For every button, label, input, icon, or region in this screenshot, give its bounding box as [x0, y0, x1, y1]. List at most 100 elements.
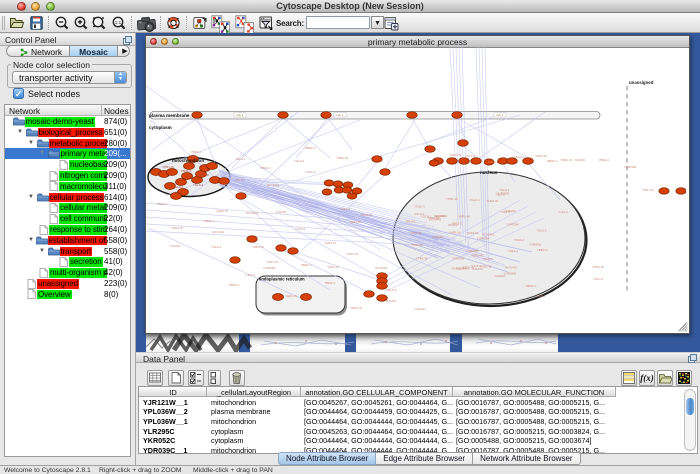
svg-text:YDR1-W: YDR1-W [346, 252, 358, 256]
svg-text:YGL0-1: YGL0-1 [173, 185, 184, 189]
svg-text:endoplasmic reticulum: endoplasmic reticulum [259, 277, 305, 282]
svg-text:YBR2-C: YBR2-C [451, 221, 463, 225]
svg-text:YBR2-C: YBR2-C [546, 159, 558, 163]
svg-text:YHR1-W: YHR1-W [216, 209, 228, 213]
svg-text:YGL0-1: YGL0-1 [235, 157, 246, 161]
svg-text:1:1: 1:1 [115, 20, 122, 25]
svg-text:YHR1-W: YHR1-W [486, 199, 498, 203]
svg-text:YPR1-W: YPR1-W [592, 265, 604, 269]
svg-text:YKL0-2: YKL0-2 [414, 212, 424, 216]
svg-text:YOR33W: YOR33W [624, 165, 637, 169]
svg-text:YGL0-1: YGL0-1 [499, 188, 510, 192]
svg-text:YDR1-W: YDR1-W [350, 306, 362, 310]
svg-text:YGL0-1: YGL0-1 [414, 205, 425, 209]
svg-text:YDR1-W: YDR1-W [560, 158, 572, 162]
svg-text:YDR1-W: YDR1-W [252, 245, 264, 249]
svg-text:YPR1-W: YPR1-W [416, 257, 428, 261]
svg-text:YOR33W: YOR33W [263, 266, 276, 270]
svg-text:lab-1: lab-1 [337, 113, 344, 117]
svg-text:YOR33W: YOR33W [529, 243, 542, 247]
svg-text:GO-0441: GO-0441 [267, 183, 280, 187]
svg-text:YPR1-W: YPR1-W [171, 226, 183, 230]
svg-text:f(x): f(x) [640, 373, 654, 383]
svg-text:YLR44C: YLR44C [504, 209, 516, 213]
svg-text:YGL0-1: YGL0-1 [211, 245, 222, 249]
svg-text:YBR2-C: YBR2-C [156, 202, 168, 206]
svg-text:YKL0-2: YKL0-2 [405, 220, 415, 224]
svg-text:YHR1-W: YHR1-W [327, 265, 339, 269]
svg-text:YJL2-C: YJL2-C [593, 277, 604, 281]
svg-text:YOR33W: YOR33W [466, 249, 479, 253]
svg-text:YDR1-W: YDR1-W [458, 214, 470, 218]
svg-text:YHR1-W: YHR1-W [336, 156, 348, 160]
svg-text:YOR33W: YOR33W [451, 266, 464, 270]
svg-text:YLR44C: YLR44C [275, 210, 287, 214]
svg-text:YKL0-2: YKL0-2 [340, 207, 350, 211]
svg-text:YLR44C: YLR44C [385, 299, 397, 303]
svg-text:cytoplasm: cytoplasm [149, 125, 172, 130]
svg-text:YKL0-2: YKL0-2 [465, 154, 475, 158]
svg-text:GO-0441: GO-0441 [505, 266, 518, 270]
svg-text:YPR1-W: YPR1-W [535, 154, 547, 158]
svg-text:YPR1-W: YPR1-W [642, 188, 654, 192]
svg-text:YJL2-C: YJL2-C [245, 273, 256, 277]
svg-text:GO-0441: GO-0441 [246, 211, 259, 215]
svg-text:YHR1-W: YHR1-W [324, 241, 336, 245]
svg-text:YGL0-1: YGL0-1 [535, 294, 546, 298]
svg-text:YKL0-2: YKL0-2 [514, 238, 524, 242]
svg-text:YLR44C: YLR44C [432, 235, 444, 239]
svg-text:YBR2-C: YBR2-C [324, 281, 336, 285]
svg-text:lab-1: lab-1 [497, 113, 504, 117]
svg-text:GO-0441: GO-0441 [375, 266, 388, 270]
svg-text:YKL0-2: YKL0-2 [514, 155, 524, 159]
svg-text:YBR2-C: YBR2-C [598, 158, 610, 162]
svg-text:YJL2-C: YJL2-C [495, 193, 506, 197]
svg-text:YDR1-W: YDR1-W [360, 213, 372, 217]
svg-text:YHR1-W: YHR1-W [449, 153, 461, 157]
svg-text:YGL0-1: YGL0-1 [386, 288, 397, 292]
svg-text:YLR44C: YLR44C [169, 244, 181, 248]
svg-text:GO-0441: GO-0441 [212, 230, 225, 234]
svg-text:YLR44C: YLR44C [574, 158, 586, 162]
svg-text:YDR1-W: YDR1-W [479, 264, 491, 268]
svg-text:YGL0-1: YGL0-1 [482, 257, 493, 261]
svg-text:YPR1-W: YPR1-W [411, 243, 423, 247]
svg-text:YGL0-1: YGL0-1 [508, 249, 519, 253]
svg-text:YBR2-C: YBR2-C [228, 283, 240, 287]
svg-text:YBR2-C: YBR2-C [180, 169, 192, 173]
svg-text:YHR1-W: YHR1-W [449, 231, 461, 235]
svg-text:YHR1-W: YHR1-W [197, 173, 209, 177]
svg-text:nucleus: nucleus [480, 170, 498, 175]
svg-text:YOR33W: YOR33W [506, 222, 519, 226]
svg-text:YJL2-C: YJL2-C [558, 210, 569, 214]
svg-text:YLR44C: YLR44C [494, 274, 506, 278]
svg-text:YGL0-1: YGL0-1 [294, 159, 305, 163]
svg-text:YKL0-2: YKL0-2 [305, 170, 315, 174]
svg-text:unassigned: unassigned [629, 80, 654, 85]
svg-text:YPR1-W: YPR1-W [162, 165, 174, 169]
svg-text:GO-0441: GO-0441 [429, 218, 442, 222]
svg-text:YBR2-C: YBR2-C [300, 263, 312, 267]
svg-text:YPR1-W: YPR1-W [410, 231, 422, 235]
svg-text:YBR2-C: YBR2-C [537, 248, 549, 252]
svg-text:plasma membrane: plasma membrane [149, 113, 190, 118]
svg-text:YLR44C: YLR44C [414, 307, 426, 311]
svg-text:YHR1-W: YHR1-W [266, 260, 278, 264]
svg-text:YDR1-W: YDR1-W [466, 231, 478, 235]
svg-text:YGL0-1: YGL0-1 [235, 178, 246, 182]
svg-text:YHR1-W: YHR1-W [285, 294, 297, 298]
svg-text:mitochondrion: mitochondrion [172, 158, 204, 163]
svg-text:YPR1-W: YPR1-W [446, 197, 458, 201]
svg-text:YBR2-C: YBR2-C [304, 146, 316, 150]
svg-text:YOR33W: YOR33W [503, 271, 516, 275]
svg-text:YGL0-1: YGL0-1 [193, 183, 204, 187]
svg-text:YKL0-2: YKL0-2 [295, 227, 305, 231]
svg-text:YGL0-1: YGL0-1 [536, 229, 547, 233]
svg-text:YOR33W: YOR33W [477, 237, 490, 241]
svg-text:YGL0-1: YGL0-1 [470, 198, 481, 202]
svg-text:YGL0-1: YGL0-1 [488, 160, 499, 164]
svg-text:YBR2-C: YBR2-C [203, 219, 215, 223]
svg-text:YDR1-W: YDR1-W [349, 220, 361, 224]
svg-text:YOR33W: YOR33W [452, 257, 465, 261]
svg-text:YBR2-C: YBR2-C [190, 150, 202, 154]
